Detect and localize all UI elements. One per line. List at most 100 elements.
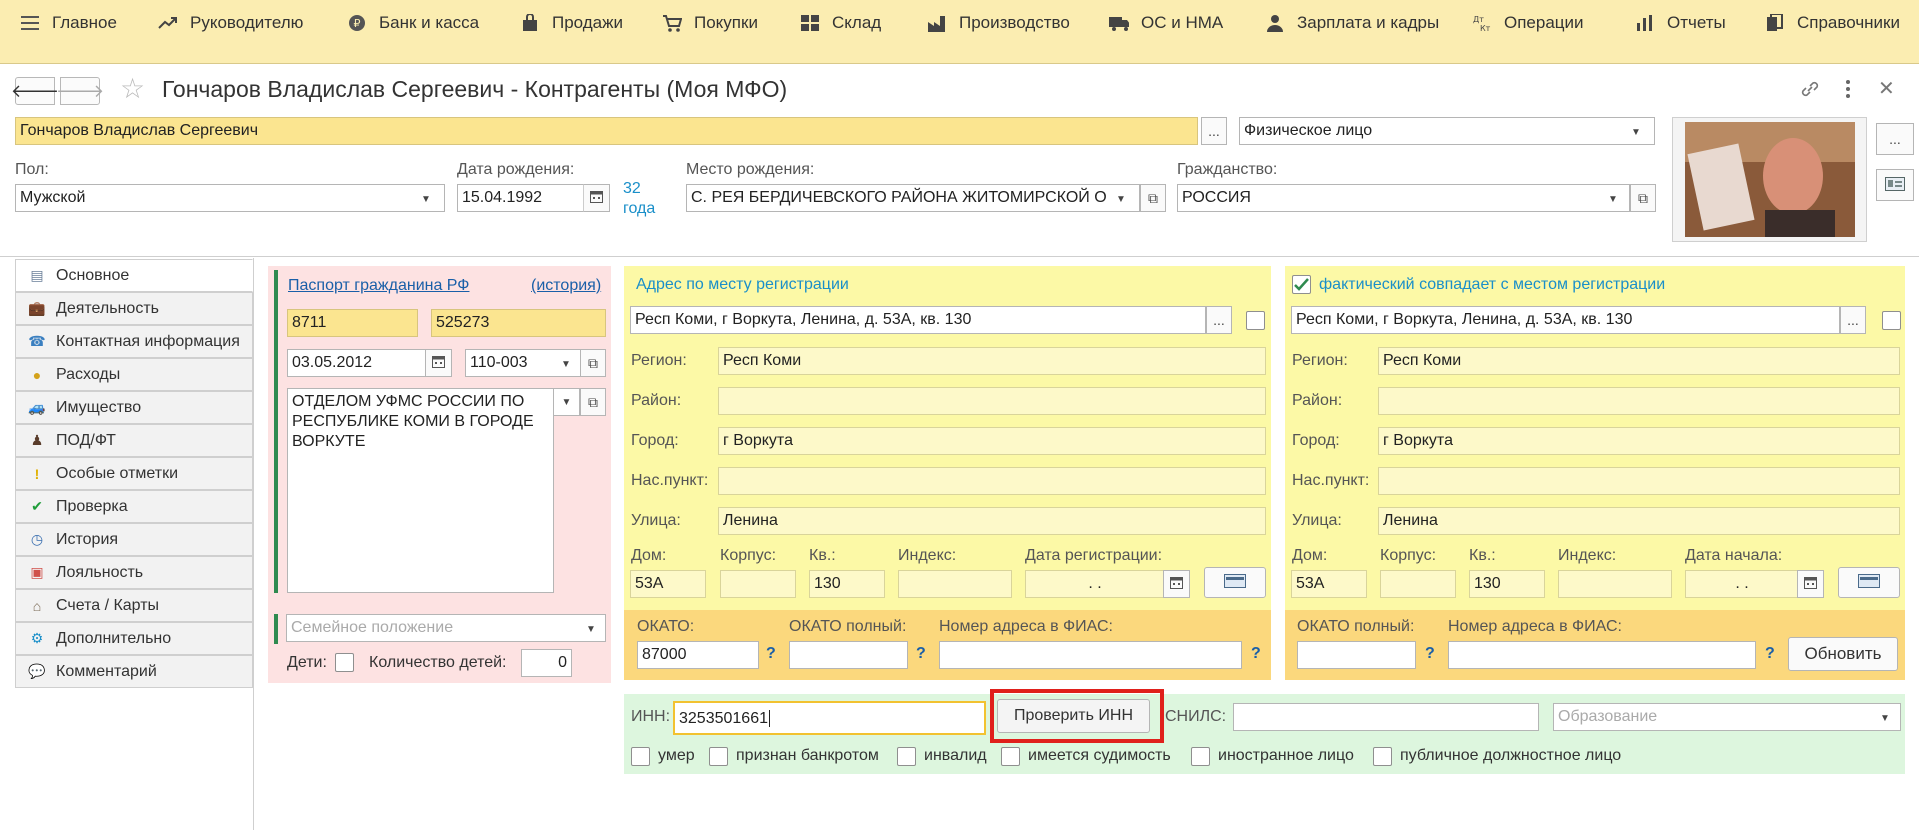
education-select[interactable]: Образование xyxy=(1553,703,1901,731)
menu-item-salary[interactable]: Зарплата и кадры xyxy=(1265,12,1439,34)
okato-full-field[interactable] xyxy=(789,641,908,669)
tab-5[interactable]: ♟ ПОД/ФТ xyxy=(15,424,253,457)
fias-help-icon[interactable]: ? xyxy=(1251,645,1261,663)
star-icon[interactable]: ☆ xyxy=(120,74,145,104)
reg-district-field[interactable] xyxy=(718,387,1266,415)
tab-8[interactable]: ◷ История xyxy=(15,523,253,556)
passport-type-link[interactable]: Паспорт гражданина РФ xyxy=(288,277,469,295)
okato-field[interactable]: 87000 xyxy=(637,641,759,669)
reg-address-select-button[interactable]: ... xyxy=(1206,306,1232,334)
fact-flat-field[interactable]: 130 xyxy=(1469,570,1545,598)
chevron-down-icon[interactable]: ▼ xyxy=(1880,713,1890,724)
back-button[interactable]: 🡐 xyxy=(11,77,59,105)
tab-10[interactable]: ⌂ Счета / Карты xyxy=(15,589,253,622)
flag-pep-checkbox[interactable] xyxy=(1373,747,1392,766)
reg-house-field[interactable]: 53А xyxy=(630,570,706,598)
menu-item-purchases[interactable]: Покупки xyxy=(662,12,758,34)
calendar-button[interactable] xyxy=(583,184,610,212)
menu-item-bank[interactable]: ₽ Банк и касса xyxy=(347,12,479,34)
fact-fias-help-icon[interactable]: ? xyxy=(1765,645,1775,663)
fact-index-field[interactable] xyxy=(1558,570,1672,598)
refresh-button[interactable]: Обновить xyxy=(1788,637,1898,671)
calendar-button[interactable] xyxy=(1163,570,1190,598)
forward-button[interactable]: 🡒 xyxy=(56,77,104,105)
fact-region-field[interactable]: Респ Коми xyxy=(1378,347,1900,375)
fact-building-field[interactable] xyxy=(1380,570,1456,598)
fact-house-field[interactable]: 53А xyxy=(1291,570,1367,598)
menu-item-manager[interactable]: Руководителю xyxy=(158,12,303,34)
fact-address-select-button[interactable]: ... xyxy=(1840,306,1866,334)
reg-region-field[interactable]: Респ Коми xyxy=(718,347,1266,375)
children-checkbox[interactable] xyxy=(335,653,354,672)
chevron-down-icon[interactable]: ▼ xyxy=(554,388,580,416)
fact-start-date-field[interactable]: . . xyxy=(1685,570,1799,598)
gender-select[interactable]: Мужской xyxy=(15,184,445,212)
reg-building-field[interactable] xyxy=(720,570,796,598)
fias-field[interactable] xyxy=(939,641,1242,669)
calendar-button[interactable] xyxy=(1797,570,1824,598)
photo-menu-button[interactable]: ... xyxy=(1876,123,1914,155)
citizenship-select[interactable]: РОССИЯ xyxy=(1177,184,1630,212)
okato-help-icon[interactable]: ? xyxy=(766,645,776,663)
tab-1[interactable]: 💼 Деятельность xyxy=(15,292,253,325)
flag-bankrupt-checkbox[interactable] xyxy=(709,747,728,766)
menu-item-directories[interactable]: Справочники xyxy=(1765,12,1900,34)
tab-9[interactable]: ▣ Лояльность xyxy=(15,556,253,589)
tab-11[interactable]: ⚙ Дополнительно xyxy=(15,622,253,655)
tab-3[interactable]: ● Расходы xyxy=(15,358,253,391)
tab-7[interactable]: ✔ Проверка xyxy=(15,490,253,523)
menu-item-reports[interactable]: Отчеты xyxy=(1635,12,1726,34)
chevron-down-icon[interactable]: ▼ xyxy=(1631,127,1641,138)
flag-deceased-checkbox[interactable] xyxy=(631,747,650,766)
check-inn-button[interactable]: Проверить ИНН xyxy=(997,699,1150,733)
flag-disabled-checkbox[interactable] xyxy=(897,747,916,766)
citizenship-open-button[interactable]: ⧉ xyxy=(1630,184,1656,212)
issued-by-open-button[interactable]: ⧉ xyxy=(580,388,606,416)
menu-item-warehouse[interactable]: Склад xyxy=(800,12,881,34)
family-status-select[interactable]: Семейное положение xyxy=(286,614,606,642)
chevron-down-icon[interactable]: ▼ xyxy=(586,624,596,635)
menu-item-operations[interactable]: Дт Кт Операции xyxy=(1472,12,1584,34)
passport-history-link[interactable]: (история) xyxy=(531,277,601,295)
fact-address-card-button[interactable] xyxy=(1838,567,1900,598)
id-card-button[interactable] xyxy=(1876,169,1914,201)
chevron-down-icon[interactable]: ▼ xyxy=(1116,194,1126,205)
birthplace-open-button[interactable]: ⧉ xyxy=(1140,184,1166,212)
link-icon[interactable] xyxy=(1799,78,1821,100)
reg-date-field[interactable]: . . xyxy=(1025,570,1165,598)
okato-full-help-icon[interactable]: ? xyxy=(916,645,926,663)
more-vertical-icon[interactable] xyxy=(1843,78,1853,100)
fact-fias-field[interactable] xyxy=(1448,641,1756,669)
close-icon[interactable]: ✕ xyxy=(1878,76,1895,101)
passport-number-field[interactable]: 525273 xyxy=(431,309,606,337)
reg-flat-field[interactable]: 130 xyxy=(809,570,885,598)
birthplace-field[interactable]: С. РЕЯ БЕРДИЧЕВСКОГО РАЙОНА ЖИТОМИРСКОЙ … xyxy=(686,184,1140,212)
tab-12[interactable]: 💬 Комментарий xyxy=(15,655,253,688)
tab-4[interactable]: 🚙 Имущество xyxy=(15,391,253,424)
chevron-down-icon[interactable]: ▼ xyxy=(421,194,431,205)
tab-6[interactable]: ! Особые отметки xyxy=(15,457,253,490)
chevron-down-icon[interactable]: ▼ xyxy=(561,359,571,370)
dept-code-open-button[interactable]: ⧉ xyxy=(580,349,606,377)
tab-2[interactable]: ☎ Контактная информация xyxy=(15,325,253,358)
menu-item-sales[interactable]: Продажи xyxy=(520,12,623,34)
calendar-button[interactable] xyxy=(425,349,452,377)
fact-locality-field[interactable] xyxy=(1378,467,1900,495)
fact-address-checkbox[interactable] xyxy=(1882,311,1901,330)
reg-locality-field[interactable] xyxy=(718,467,1266,495)
reg-address-checkbox[interactable] xyxy=(1246,311,1265,330)
snils-field[interactable] xyxy=(1233,703,1539,731)
fact-address-full-field[interactable]: Респ Коми, г Воркута, Ленина, д. 53А, кв… xyxy=(1291,306,1840,334)
chevron-down-icon[interactable]: ▼ xyxy=(1608,194,1618,205)
counterparty-type-select[interactable]: Физическое лицо xyxy=(1239,117,1655,145)
fact-district-field[interactable] xyxy=(1378,387,1900,415)
name-field[interactable]: Гончаров Владислав Сергеевич xyxy=(15,117,1198,145)
children-count-field[interactable]: 0 xyxy=(521,649,572,677)
reg-city-field[interactable]: г Воркута xyxy=(718,427,1266,455)
reg-street-field[interactable]: Ленина xyxy=(718,507,1266,535)
flag-foreigner-checkbox[interactable] xyxy=(1191,747,1210,766)
flag-convicted-checkbox[interactable] xyxy=(1001,747,1020,766)
issued-by-field[interactable]: ОТДЕЛОМ УФМС РОССИИ ПО РЕСПУБЛИКЕ КОМИ В… xyxy=(287,388,554,593)
fact-okato-full-help-icon[interactable]: ? xyxy=(1425,645,1435,663)
fact-street-field[interactable]: Ленина xyxy=(1378,507,1900,535)
